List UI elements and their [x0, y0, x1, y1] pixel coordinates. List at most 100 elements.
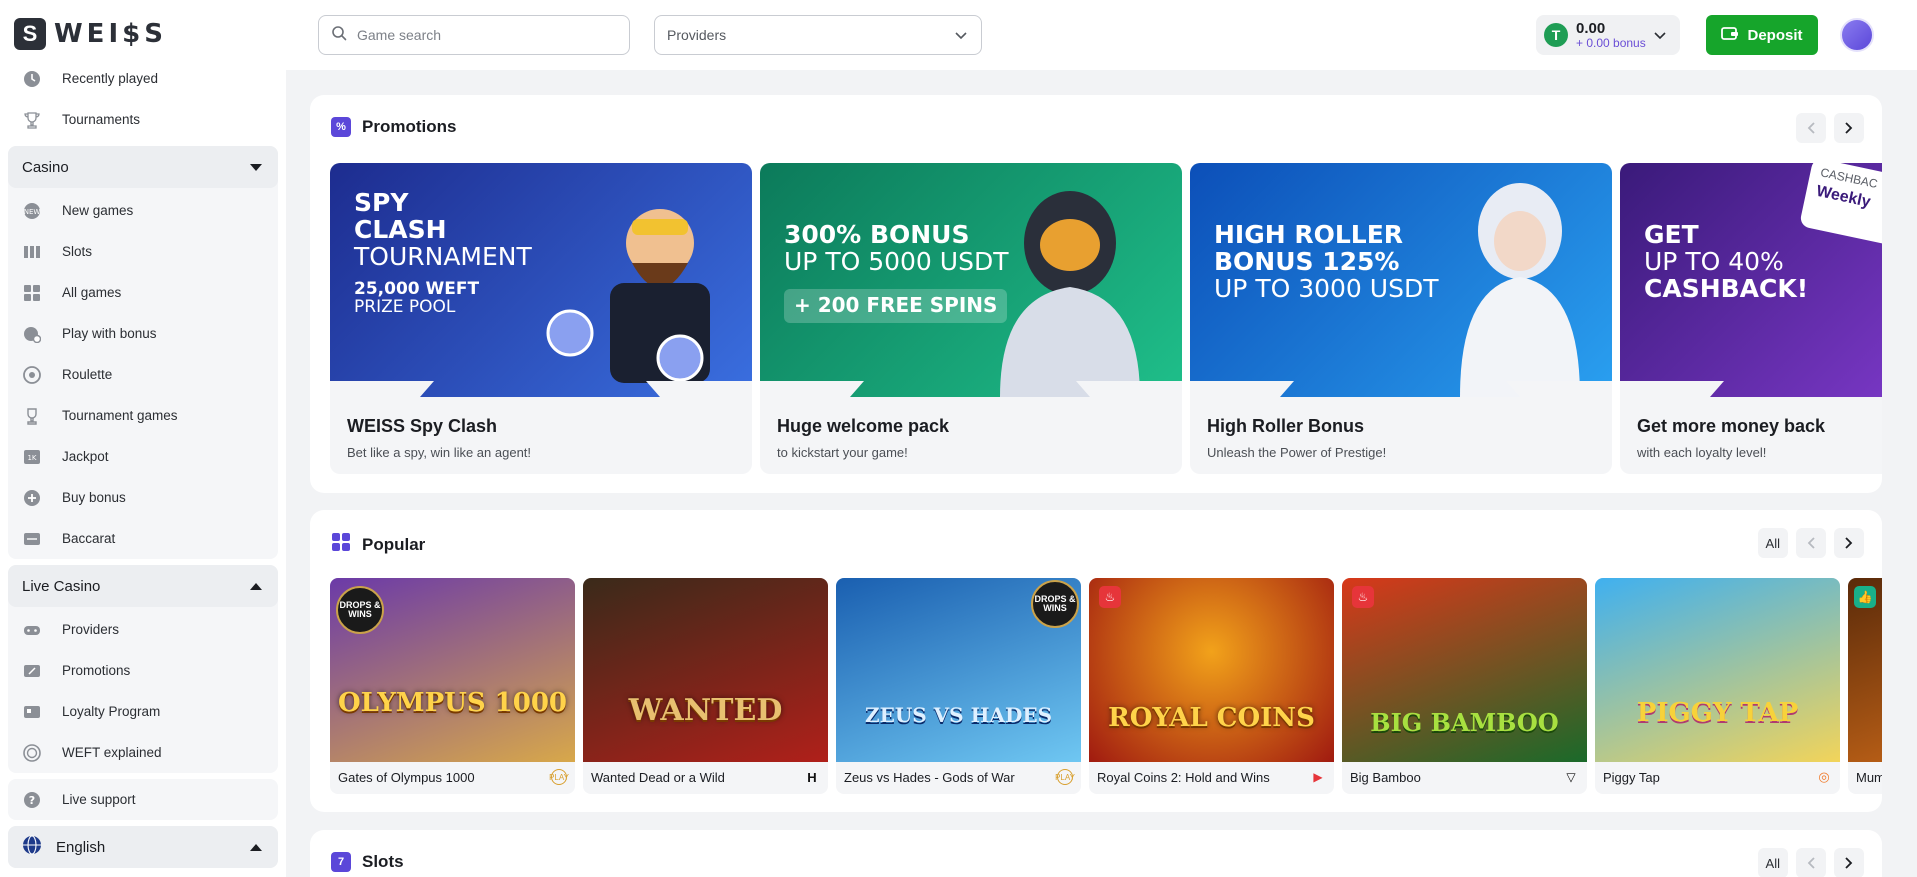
promo-notch	[1190, 381, 1612, 397]
sidebar-item-all-games[interactable]: All games	[8, 272, 278, 313]
sidebar-item-loyalty-program[interactable]: Loyalty Program	[8, 691, 278, 732]
sidebar-item-tournament-games[interactable]: Tournament games	[8, 395, 278, 436]
promo-title: Huge welcome pack	[777, 416, 950, 436]
game-card[interactable]: ♨ BIG BAMBOO Big Bamboo ▽	[1342, 578, 1587, 794]
sidebar-item-label: Live support	[62, 792, 136, 807]
game-card[interactable]: 👍 Mum	[1848, 578, 1882, 794]
game-search[interactable]	[318, 15, 630, 55]
sidebar-item-label: New games	[62, 203, 134, 218]
sidebar-item-play-with-bonus[interactable]: Play with bonus	[8, 313, 278, 354]
sidebar-item-label: Tournaments	[62, 112, 141, 127]
game-logo-text: ROYAL COINS	[1108, 703, 1315, 733]
logo-text: WEI$S	[54, 19, 167, 49]
loyalty-icon	[22, 702, 42, 722]
sidebar-item-label: WEFT explained	[62, 745, 162, 760]
all-button[interactable]: All	[1757, 528, 1788, 558]
sidebar-item-baccarat[interactable]: Baccarat	[8, 518, 278, 559]
next-arrow-button[interactable]	[1834, 528, 1864, 558]
balance-widget[interactable]: T 0.00 + 0.00 bonus	[1536, 15, 1680, 55]
casino-group-title: Casino	[22, 158, 69, 176]
sidebar-item-label: Loyalty Program	[62, 704, 161, 719]
game-name: Royal Coins 2: Hold and Wins	[1097, 770, 1270, 785]
promo-card[interactable]: SPY CLASH TOURNAMENT 25,000 WEFT PRIZE P…	[330, 163, 752, 474]
promo-card[interactable]: 300% BONUS UP TO 5000 USDT + 200 FREE SP…	[760, 163, 1182, 474]
promo-banner: GET UP TO 40% CASHBACK! CASHBAC Weekly	[1620, 163, 1882, 397]
promo-line: UP TO 3000 USDT	[1214, 274, 1439, 303]
game-thumbnail: ♨ ROYAL COINS	[1089, 578, 1334, 762]
game-card[interactable]: PIGGY TAP Piggy Tap ◎	[1595, 578, 1840, 794]
sidebar-item-buy-bonus[interactable]: Buy bonus	[8, 477, 278, 518]
sidebar-item-label: Tournament games	[62, 408, 178, 423]
sidebar-item-jackpot[interactable]: 1K Jackpot	[8, 436, 278, 477]
globe-icon	[22, 835, 42, 859]
sidebar-item-providers[interactable]: Providers	[8, 609, 278, 650]
casino-group-header[interactable]: Casino	[8, 146, 278, 188]
prev-arrow-button[interactable]	[1796, 528, 1826, 558]
game-card[interactable]: DROPS & WINS ZEUS VS HADES Zeus vs Hades…	[836, 578, 1081, 794]
bonus-icon	[22, 324, 42, 344]
sidebar-item-label: Promotions	[62, 663, 131, 678]
promo-line: BONUS 125%	[1214, 247, 1400, 276]
game-thumbnail: DROPS & WINS OLYMPUS 1000	[330, 578, 575, 762]
user-avatar[interactable]	[1840, 18, 1874, 52]
providers-select[interactable]: Providers	[654, 15, 982, 55]
next-arrow-button[interactable]	[1834, 113, 1864, 143]
provider-icon: ▶	[1313, 770, 1323, 784]
sidebar: Recently played Tournaments Casino NEW N…	[0, 70, 286, 877]
sidebar-item-roulette[interactable]: Roulette	[8, 354, 278, 395]
game-card[interactable]: WANTED Wanted Dead or a Wild H	[583, 578, 828, 794]
slots-icon: 7	[331, 852, 351, 872]
live-casino-group: Live Casino Providers Promotions Loyalty…	[8, 565, 278, 773]
live-casino-group-header[interactable]: Live Casino	[8, 565, 278, 607]
promo-banner: SPY CLASH TOURNAMENT 25,000 WEFT PRIZE P…	[330, 163, 752, 397]
sidebar-item-label: Slots	[62, 244, 93, 259]
game-card[interactable]: ♨ ROYAL COINS Royal Coins 2: Hold and Wi…	[1089, 578, 1334, 794]
promo-line: CASHBACK!	[1644, 274, 1809, 303]
game-card[interactable]: DROPS & WINS OLYMPUS 1000 Gates of Olymp…	[330, 578, 575, 794]
deposit-button[interactable]: Deposit	[1706, 15, 1818, 55]
promo-line: GET	[1644, 220, 1699, 249]
game-logo-text: WANTED	[628, 693, 783, 728]
sidebar-item-label: All games	[62, 285, 122, 300]
language-selector[interactable]: English	[8, 826, 278, 868]
search-input[interactable]	[357, 27, 617, 43]
sidebar-item-label: Jackpot	[62, 449, 109, 464]
game-name: Piggy Tap	[1603, 770, 1660, 785]
sidebar-item-weft-explained[interactable]: WEFT explained	[8, 732, 278, 773]
providers-select-label: Providers	[667, 27, 727, 43]
promo-card[interactable]: HIGH ROLLER BONUS 125% UP TO 3000 USDT H…	[1190, 163, 1612, 474]
sidebar-item-recently-played[interactable]: Recently played	[0, 70, 286, 99]
live-casino-group-title: Live Casino	[22, 577, 101, 595]
provider-icon: PLAY	[549, 769, 569, 785]
game-logo-text: ZEUS VS HADES	[864, 703, 1053, 727]
weekly-cashback-tag: CASHBAC Weekly	[1799, 163, 1882, 251]
promo-line: SPY	[354, 188, 409, 217]
game-name: Wanted Dead or a Wild	[591, 770, 725, 785]
logo[interactable]: S WEI$S	[14, 18, 167, 50]
hot-fire-icon: ♨	[1099, 586, 1121, 608]
promo-line: TOURNAMENT	[354, 242, 532, 271]
sidebar-item-new-games[interactable]: NEW New games	[8, 190, 278, 231]
sidebar-item-slots[interactable]: Slots	[8, 231, 278, 272]
top-bar: S WEI$S Providers T 0.00 + 0.00 bonus De…	[0, 0, 1917, 70]
game-thumbnail: PIGGY TAP	[1595, 578, 1840, 762]
promo-line: PRIZE POOL	[354, 297, 456, 318]
prev-arrow-button[interactable]	[1796, 113, 1826, 143]
balance-bonus: + 0.00 bonus	[1576, 35, 1646, 50]
slots-icon	[22, 242, 42, 262]
promotions-panel: % Promotions SPY CLASH TOURNAMENT 25,000…	[310, 95, 1882, 493]
game-thumbnail: DROPS & WINS ZEUS VS HADES	[836, 578, 1081, 762]
prev-arrow-button[interactable]	[1796, 848, 1826, 877]
sidebar-item-tournaments[interactable]: Tournaments	[0, 99, 286, 140]
all-button[interactable]: All	[1757, 848, 1788, 877]
promo-card[interactable]: GET UP TO 40% CASHBACK! CASHBAC Weekly G…	[1620, 163, 1882, 474]
deposit-label: Deposit	[1747, 26, 1803, 44]
game-logo-text: BIG BAMBOO	[1370, 708, 1559, 737]
next-arrow-button[interactable]	[1834, 848, 1864, 877]
sidebar-item-live-support[interactable]: ? Live support	[8, 779, 278, 820]
language-label: English	[56, 838, 106, 856]
promo-banner: 300% BONUS UP TO 5000 USDT + 200 FREE SP…	[760, 163, 1182, 397]
thumbs-up-icon: 👍	[1854, 586, 1876, 608]
sidebar-item-promotions[interactable]: Promotions	[8, 650, 278, 691]
promo-subtitle: to kickstart your game!	[777, 445, 908, 460]
